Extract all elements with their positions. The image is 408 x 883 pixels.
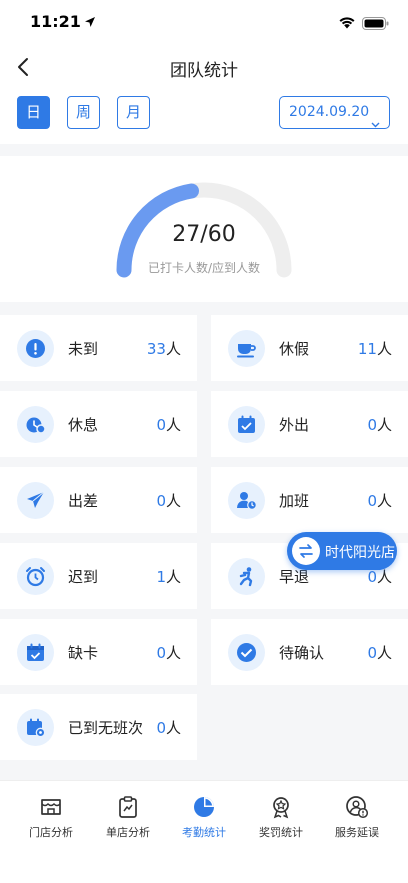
stat-label: 休假 (279, 340, 310, 358)
stat-card-leave[interactable]: 休假 11人 (211, 315, 408, 381)
clipboard-chart-icon (119, 796, 137, 818)
tab-label: 奖罚统计 (259, 826, 303, 839)
tab-label: 门店分析 (29, 826, 73, 839)
running-person-icon (228, 558, 265, 595)
stat-label: 待确认 (279, 644, 325, 662)
stat-card-absent[interactable]: 未到 33人 (0, 315, 197, 381)
stat-value: 0人 (367, 492, 392, 510)
stat-value: 0人 (156, 719, 181, 737)
attendance-ratio-caption: 已打卡人数/应到人数 (147, 261, 261, 275)
stat-label: 加班 (279, 492, 310, 510)
calendar-gear-icon (17, 709, 54, 746)
stat-card-overtime[interactable]: 加班 0人 (211, 467, 408, 533)
checkmark-icon (228, 634, 265, 671)
stat-value: 0人 (156, 492, 181, 510)
status-time: 11:21 (30, 12, 81, 31)
page-title: 团队统计 (170, 61, 238, 81)
stat-card-outing[interactable]: 外出 0人 (211, 391, 408, 457)
stat-value: 33人 (146, 340, 181, 358)
navigation-bar: 团队统计 (0, 44, 408, 90)
store-switch-button[interactable]: 时代阳光店 (287, 532, 397, 570)
medal-icon (273, 797, 289, 819)
team-stats-screen: 11:21 团队统计 日 周 月 2024.09.20 27/60 已打卡人数/… (0, 0, 408, 883)
tab-month[interactable]: 月 (117, 96, 150, 129)
tab-day[interactable]: 日 (17, 96, 50, 129)
stat-label: 未到 (68, 340, 99, 358)
tab-single-store-analysis[interactable]: 单店分析 (88, 795, 168, 845)
location-arrow-icon (84, 13, 96, 32)
stat-label: 外出 (279, 416, 310, 434)
rest-icon (17, 406, 54, 443)
tab-attendance-stats[interactable]: 考勤统计 (164, 795, 244, 845)
chevron-down-icon (371, 109, 380, 139)
calendar-out-icon (228, 406, 265, 443)
stat-value: 0人 (156, 644, 181, 662)
stat-card-business-trip[interactable]: 出差 0人 (0, 467, 197, 533)
tab-label: 考勤统计 (182, 826, 226, 839)
tab-service-delay[interactable]: 服务延误 (317, 795, 397, 845)
alarm-clock-icon (17, 558, 54, 595)
pie-chart-icon (194, 797, 214, 817)
battery-icon (362, 15, 389, 34)
stat-value: 0人 (367, 644, 392, 662)
exclamation-icon (17, 330, 54, 367)
stat-label: 已到无班次 (68, 719, 144, 737)
store-switch-label: 时代阳光店 (325, 545, 395, 561)
person-clock-icon (228, 482, 265, 519)
date-picker[interactable]: 2024.09.20 (279, 96, 390, 129)
attendance-ratio: 27/60 (172, 222, 236, 247)
bottom-tab-bar: 门店分析 单店分析 考勤统计 奖罚统计 服务延误 (0, 780, 408, 883)
stat-value: 0人 (156, 416, 181, 434)
stat-card-missing-punch[interactable]: 缺卡 0人 (0, 619, 197, 685)
stat-value: 11人 (357, 340, 392, 358)
date-value: 2024.09.20 (289, 104, 370, 120)
tab-label: 服务延误 (335, 826, 379, 839)
stat-card-pending-confirmation[interactable]: 待确认 0人 (211, 619, 408, 685)
stat-value: 1人 (156, 568, 181, 586)
airplane-icon (17, 482, 54, 519)
tab-reward-penalty-stats[interactable]: 奖罚统计 (241, 795, 321, 845)
stat-label: 出差 (68, 492, 99, 510)
wifi-icon (338, 14, 356, 33)
stat-card-present-no-shift[interactable]: 已到无班次 0人 (0, 694, 197, 760)
stat-value: 0人 (367, 416, 392, 434)
tab-label: 单店分析 (106, 826, 150, 839)
stat-label: 迟到 (68, 568, 99, 586)
stat-label: 缺卡 (68, 644, 99, 662)
tab-week[interactable]: 周 (67, 96, 100, 129)
coffee-cup-icon (228, 330, 265, 367)
stat-card-rest[interactable]: 休息 0人 (0, 391, 197, 457)
period-filter-bar: 日 周 月 2024.09.20 (0, 90, 408, 144)
stat-card-late[interactable]: 迟到 1人 (0, 543, 197, 609)
tab-store-analysis[interactable]: 门店分析 (11, 795, 91, 845)
store-icon (41, 799, 61, 815)
calendar-check-icon (17, 634, 54, 671)
user-alert-icon (346, 796, 369, 819)
status-bar: 11:21 (0, 0, 408, 44)
attendance-summary-card: 27/60 已打卡人数/应到人数 (0, 156, 408, 302)
swap-arrows-icon (292, 537, 320, 565)
stat-label: 休息 (68, 416, 99, 434)
